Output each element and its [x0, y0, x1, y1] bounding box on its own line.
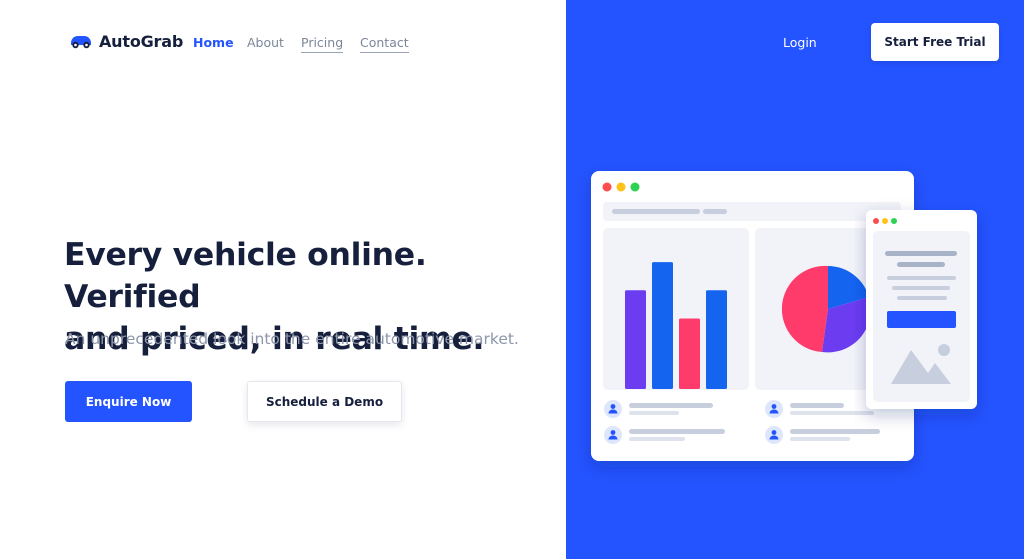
close-dot-icon	[873, 218, 879, 224]
user-icon	[604, 426, 622, 444]
user-icon	[765, 426, 783, 444]
bar-chart-card	[603, 228, 749, 390]
close-dot-icon	[602, 182, 612, 192]
browser-window-mockup	[591, 171, 914, 461]
maximize-dot-icon	[630, 182, 640, 192]
minimize-dot-icon	[616, 182, 626, 192]
pie-chart	[781, 265, 871, 353]
user-icon	[765, 400, 783, 418]
user-icon	[604, 400, 622, 418]
mobile-cta-bar	[887, 311, 956, 328]
mobile-window-mockup	[866, 210, 977, 409]
maximize-dot-icon	[891, 218, 897, 224]
minimize-dot-icon	[882, 218, 888, 224]
bar-chart-bar	[706, 290, 727, 389]
bar-chart-bar	[625, 290, 646, 389]
bar-chart-bar	[679, 318, 700, 389]
dashboard-illustration	[591, 171, 977, 461]
bar-chart-bar	[652, 262, 673, 389]
